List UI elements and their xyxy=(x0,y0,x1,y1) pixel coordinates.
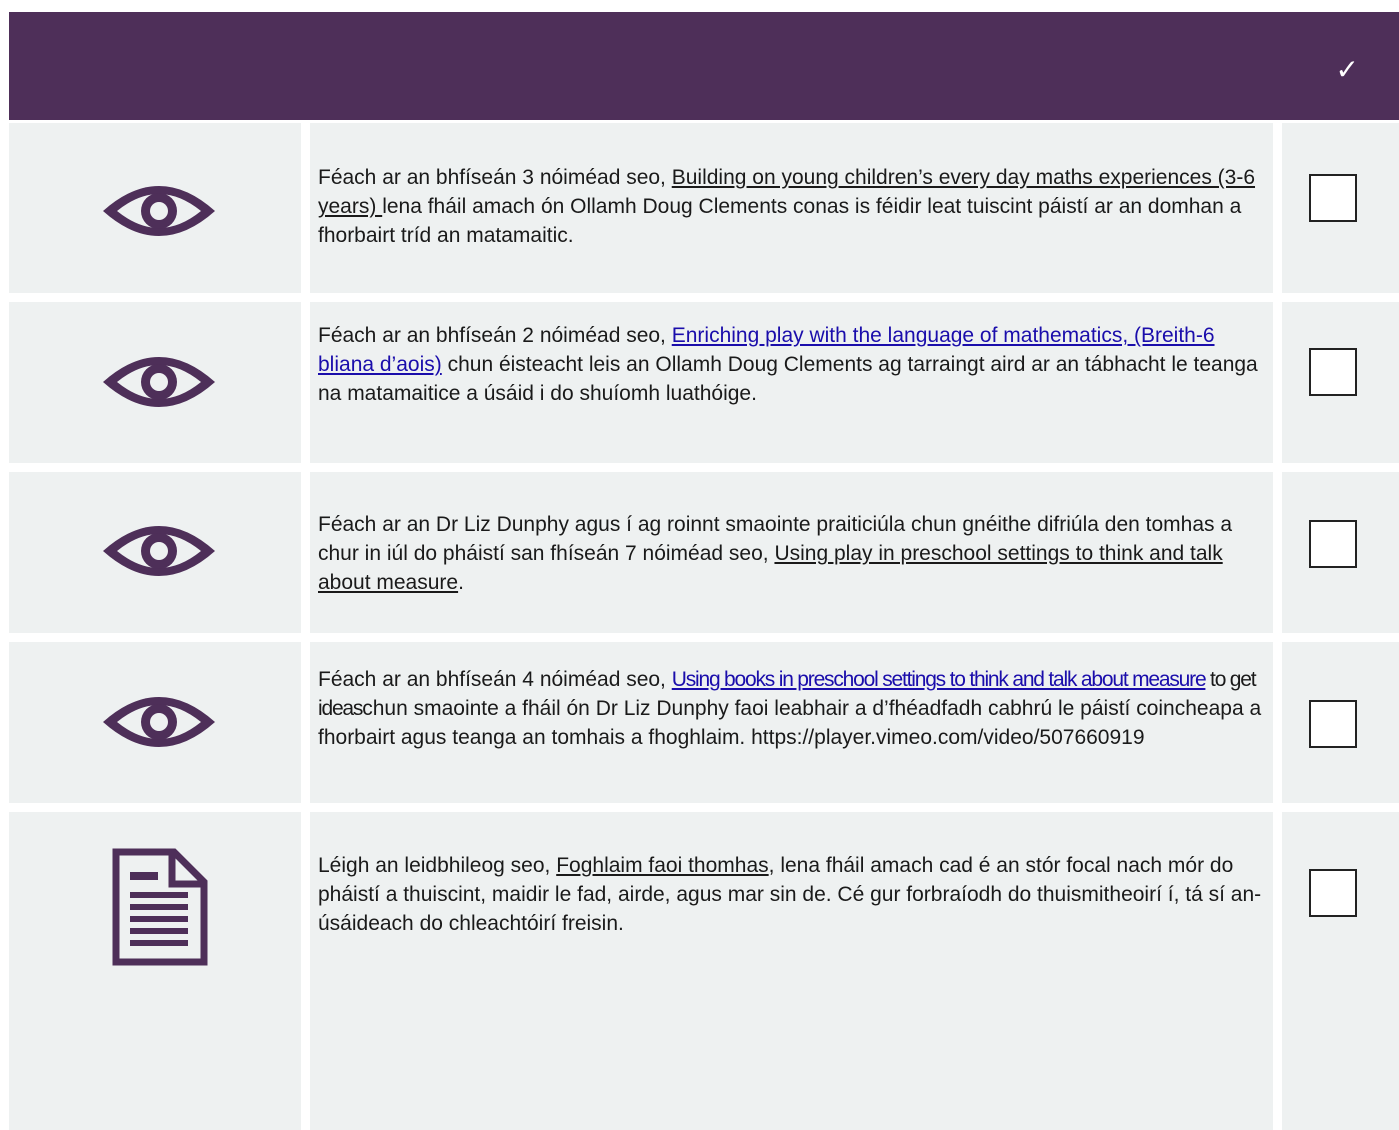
document-icon xyxy=(112,848,208,966)
checkbox[interactable] xyxy=(1309,869,1357,917)
table-row: Léigh an leidbhileog seo, Foghlaim faoi … xyxy=(0,812,1399,1130)
check-column-heading: ✓ xyxy=(1335,53,1359,86)
checkbox[interactable] xyxy=(1309,520,1357,568)
table-row: Féach ar an Dr Liz Dunphy agus í ag roin… xyxy=(0,472,1399,633)
table-row: Féach ar an bhfíseán 4 nóiméad seo, Usin… xyxy=(0,642,1399,803)
row-text: Féach ar an Dr Liz Dunphy agus í ag roin… xyxy=(318,513,1233,594)
row-text: Féach ar an bhfíseán 3 nóiméad seo, Buil… xyxy=(318,166,1256,247)
row-text: Féach ar an bhfíseán 4 nóiméad seo, Usin… xyxy=(318,668,1262,749)
eye-icon xyxy=(103,357,215,407)
table-header: ✓ xyxy=(9,12,1399,120)
table-row: Féach ar an bhfíseán 2 nóiméad seo, Enri… xyxy=(0,302,1399,463)
video-link[interactable]: Using books in preschool settings to thi… xyxy=(672,668,1207,691)
checkbox[interactable] xyxy=(1309,174,1357,222)
table-row: Féach ar an bhfíseán 3 nóiméad seo, Buil… xyxy=(0,123,1399,293)
checkbox[interactable] xyxy=(1309,348,1357,396)
row-text: Léigh an leidbhileog seo, Foghlaim faoi … xyxy=(318,854,1262,935)
eye-icon xyxy=(103,697,215,747)
checkbox-cell xyxy=(1282,812,1399,1130)
checkbox[interactable] xyxy=(1309,700,1357,748)
tip-sheet-link[interactable]: Foghlaim faoi thomhas xyxy=(556,854,768,877)
eye-icon xyxy=(103,186,215,236)
row-text: Féach ar an bhfíseán 2 nóiméad seo, Enri… xyxy=(318,324,1258,405)
eye-icon xyxy=(103,526,215,576)
